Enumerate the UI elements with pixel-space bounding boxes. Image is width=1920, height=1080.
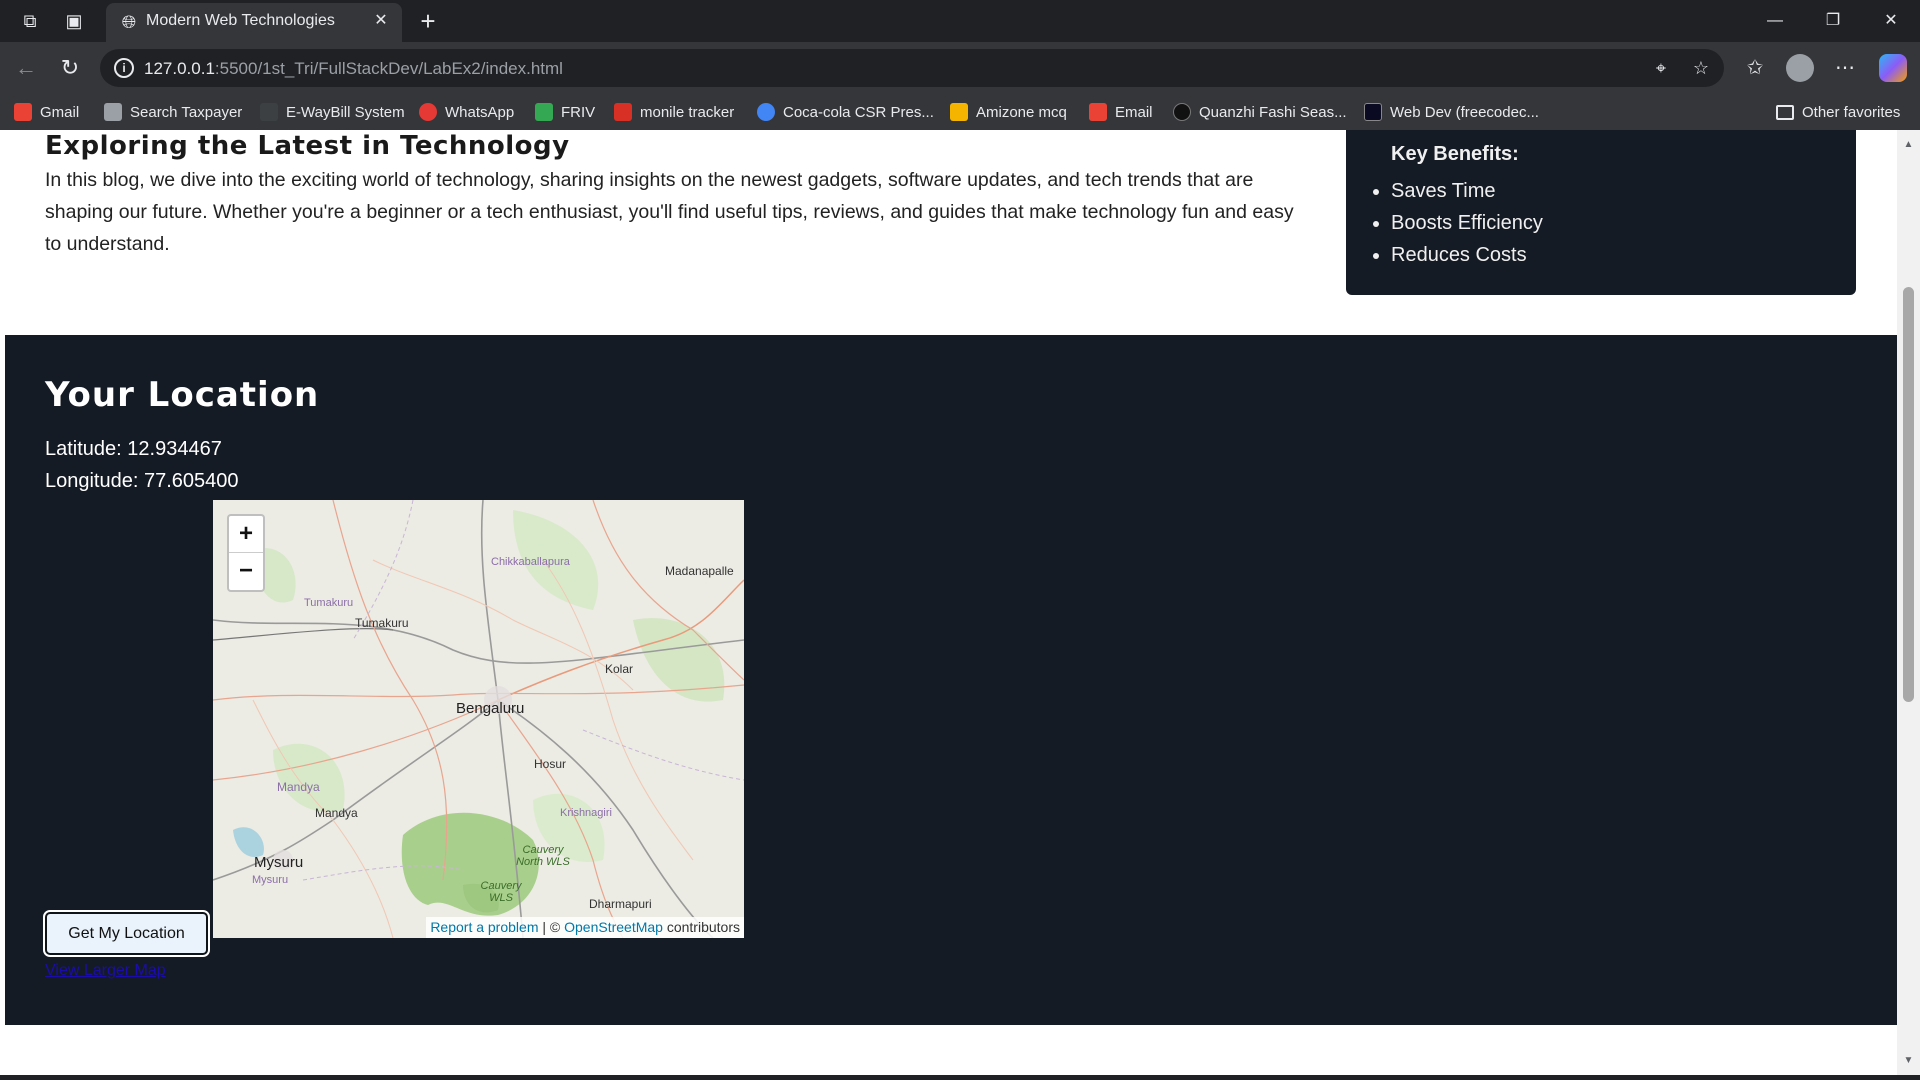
embedded-map[interactable]: Chikkaballapura Madanapalle Tumakuru Tum… [213,500,744,938]
gmail-icon [1089,103,1107,121]
map-label-chikkaballapura: Chikkaballapura [491,556,570,568]
bookmark-email[interactable]: Email [1089,100,1153,124]
ewaybill-icon [260,103,278,121]
profile-avatar[interactable] [1786,54,1814,82]
scrollbar-thumb[interactable] [1903,287,1914,702]
map-label-hosur: Hosur [534,757,567,771]
map-label-mysuru-district: Mysuru [252,874,289,886]
zoom-out-button[interactable]: − [229,553,263,590]
map-label-tumakuru-district: Tumakuru [304,597,354,609]
map-label-krishnagiri: Krishnagiri [560,807,612,819]
blog-text: In this blog, we dive into the exciting … [45,169,1294,255]
bookmark-gmail[interactable]: Gmail [14,100,79,124]
amizone-icon [950,103,968,121]
map-label-mandya: Mandya [315,806,358,820]
longitude-text: Longitude: 77.605400 [45,470,239,492]
favorites-icon[interactable]: ✩ [1741,54,1769,82]
location-title: Your Location [45,375,320,415]
globe-icon [757,103,775,121]
bookmark-freecodecamp[interactable]: Web Dev (freecodec... [1364,100,1539,124]
map-label-cauvery-wls: Cauvery WLS [480,880,522,904]
window-bottom-border [0,1075,1920,1080]
map-label-dharmapuri: Dharmapuri [589,897,652,911]
map-label-bengaluru: Bengaluru [456,700,525,717]
back-button[interactable]: ← [12,54,40,82]
bookmark-amizone[interactable]: Amizone mcq [950,100,1067,124]
bookmark-monile-tracker[interactable]: monile tracker [614,100,734,124]
page-scrollbar[interactable]: ▲ ▼ [1897,130,1920,1080]
new-tab-button[interactable]: + [414,7,442,35]
zoom-in-button[interactable]: + [229,516,263,553]
folder-icon [1776,104,1794,120]
tab-title: Modern Web Technologies [146,12,335,29]
view-larger-map-link[interactable]: View Larger Map [45,962,166,980]
blog-title: Exploring the Latest in Technology [45,131,570,161]
bookmark-search-taxpayer[interactable]: Search Taxpayer [104,100,242,124]
close-tab-icon[interactable]: ✕ [370,10,392,32]
map-label-kolar: Kolar [605,662,634,676]
benefit-item: Saves Time [1391,175,1543,207]
benefits-title: Key Benefits: [1391,143,1519,165]
bookmark-coca-cola[interactable]: Coca-cola CSR Pres... [757,100,934,124]
map-label-cauvery-north-wls: Cauvery North WLS [516,844,570,868]
latitude-text: Latitude: 12.934467 [45,438,222,460]
url-text[interactable]: 127.0.0.1:5500/1st_Tri/FullStackDev/LabE… [144,59,563,79]
globe-icon: 🌐︎ [121,12,137,32]
more-menu-icon[interactable]: ⋯ [1831,54,1859,82]
map-label-tumakuru: Tumakuru [355,616,409,630]
key-benefits-panel: Key Benefits: Saves Time Boosts Efficien… [1346,130,1856,295]
map-label-mandya-district: Mandya [277,780,320,794]
reload-button[interactable]: ↻ [56,54,84,82]
bookmark-quanzhi[interactable]: Quanzhi Fashi Seas... [1173,100,1347,124]
other-favorites[interactable]: Other favorites [1776,100,1900,124]
location-section: Your Location Latitude: 12.934467 Longit… [5,335,1897,1025]
bookmark-ewaybill[interactable]: E-WayBill System [260,100,405,124]
close-window-button[interactable]: ✕ [1871,6,1911,36]
browser-navbar: ← ↻ i 127.0.0.1:5500/1st_Tri/FullStackDe… [0,42,1920,94]
whatsapp-icon [419,103,437,121]
freecodecamp-icon [1364,103,1382,121]
map-label-mysuru: Mysuru [254,854,304,871]
get-location-button[interactable]: Get My Location [43,910,210,957]
report-problem-link[interactable]: Report a problem [430,919,538,935]
map-attribution: Report a problem | © OpenStreetMap contr… [426,917,744,938]
minimize-button[interactable]: — [1755,6,1795,36]
tracker-icon [614,103,632,121]
vertical-tabs-icon[interactable]: ▣ [62,9,86,33]
url-path: :5500/1st_Tri/FullStackDev/LabEx2/index.… [214,59,563,78]
map-zoom-control: + − [227,514,265,592]
browser-titlebar: ⧉ ▣ 🌐︎ Modern Web Technologies ✕ + — ❐ ✕ [0,0,1920,42]
favorite-star-icon[interactable]: ☆ [1690,57,1712,79]
bookmark-whatsapp[interactable]: WhatsApp [419,100,514,124]
page-icon [104,103,122,121]
copilot-icon[interactable] [1879,54,1907,82]
bookmarks-bar: Gmail Search Taxpayer E-WayBill System W… [0,94,1920,130]
site-info-icon[interactable]: i [114,58,134,78]
gmail-icon [14,103,32,121]
map-label-madanapalle: Madanapalle [665,564,734,578]
address-bar[interactable]: i 127.0.0.1:5500/1st_Tri/FullStackDev/La… [100,49,1724,87]
bookmark-friv[interactable]: FRIV [535,100,595,124]
quanzhi-icon [1173,103,1191,121]
benefit-item: Boosts Efficiency [1391,207,1543,239]
page-viewport: Exploring the Latest in Technology In th… [5,130,1897,1075]
attribution-contributors: contributors [662,919,740,935]
url-host: 127.0.0.1 [144,59,215,78]
friv-icon [535,103,553,121]
attribution-separator: | © [538,919,565,935]
openstreetmap-link[interactable]: OpenStreetMap [564,919,663,935]
tab-active[interactable]: 🌐︎ Modern Web Technologies ✕ [106,3,402,42]
workspaces-icon[interactable]: ⧉ [18,9,42,33]
benefit-item: Reduces Costs [1391,239,1543,271]
restore-button[interactable]: ❐ [1813,6,1853,36]
benefits-list: Saves Time Boosts Efficiency Reduces Cos… [1391,175,1543,271]
location-pin-icon[interactable]: ⌖ [1650,57,1672,79]
scroll-up-arrow-icon[interactable]: ▲ [1903,139,1914,150]
scroll-down-arrow-icon[interactable]: ▼ [1903,1055,1914,1066]
